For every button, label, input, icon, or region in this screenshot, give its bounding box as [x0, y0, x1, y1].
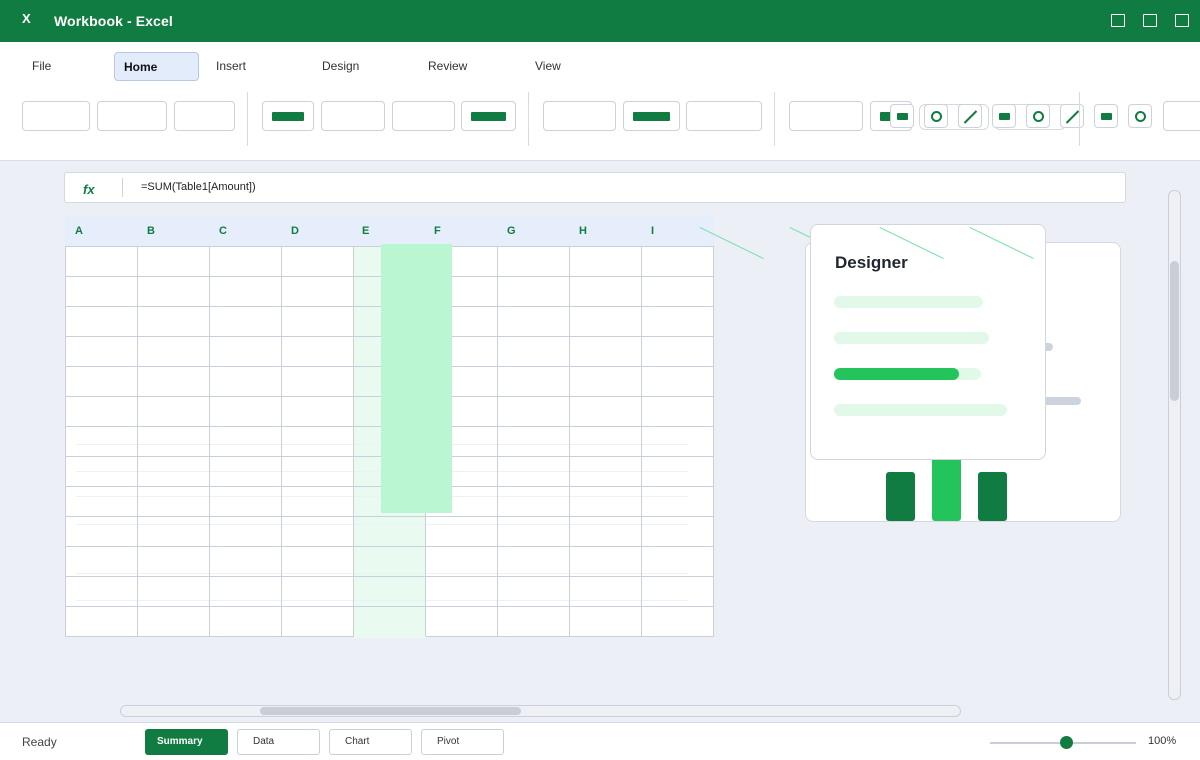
designer-option-2[interactable] — [834, 332, 989, 344]
column-header-h[interactable]: H — [579, 225, 587, 237]
ribbon-button[interactable] — [392, 101, 455, 131]
grid-line — [66, 546, 713, 547]
ellipse-tool-button[interactable] — [1128, 104, 1152, 128]
command-bar-icon — [471, 112, 506, 121]
formula-divider — [122, 178, 123, 197]
designer-title: Designer — [835, 253, 908, 272]
tab-insert[interactable]: Insert — [216, 52, 246, 81]
column-f-selection[interactable] — [381, 244, 452, 513]
tab-design[interactable]: Design — [322, 52, 359, 81]
designer-card: Designer — [810, 224, 1046, 460]
column-header-f[interactable]: F — [434, 225, 441, 237]
horizontal-scroll-thumb[interactable] — [260, 707, 521, 715]
ribbon-divider — [247, 92, 248, 146]
sheet-tab-pivot[interactable]: Pivot — [421, 729, 504, 755]
column-header-e[interactable]: E — [362, 225, 369, 237]
ribbon-divider — [774, 92, 775, 146]
sheet-tab-data[interactable]: Data — [237, 729, 320, 755]
ellipse-tool-button[interactable] — [1026, 104, 1050, 128]
rectangle-tool-button[interactable] — [1094, 104, 1118, 128]
window-title: Workbook - Excel — [54, 13, 173, 29]
zoom-level[interactable]: 100% — [1148, 735, 1176, 747]
grid-line — [66, 576, 713, 577]
maximize-button[interactable] — [1143, 14, 1157, 27]
rectangle-tool-button[interactable] — [890, 104, 914, 128]
designer-option-1[interactable] — [834, 296, 983, 308]
rectangle-icon — [999, 113, 1010, 120]
column-header-i[interactable]: I — [651, 225, 654, 237]
zoom-slider-thumb[interactable] — [1060, 736, 1073, 749]
status-bar: Ready Summary Data Chart Pivot 100% — [0, 722, 1200, 760]
command-bar-icon — [272, 112, 304, 121]
vertical-scroll-thumb[interactable] — [1170, 261, 1179, 401]
ribbon-button[interactable] — [543, 101, 616, 131]
title-bar: X Workbook - Excel — [0, 0, 1200, 42]
row-guide — [76, 524, 688, 525]
vertical-scrollbar[interactable] — [1168, 190, 1181, 700]
chart-bar — [978, 472, 1007, 521]
column-header-b[interactable]: B — [147, 225, 155, 237]
ribbon-button[interactable] — [22, 101, 90, 131]
horizontal-scrollbar[interactable] — [120, 705, 961, 717]
sheet-tab-chart[interactable]: Chart — [329, 729, 412, 755]
ellipse-tool-button[interactable] — [924, 104, 948, 128]
rectangle-icon — [1101, 113, 1112, 120]
circle-icon — [1033, 111, 1044, 122]
line-tool-button[interactable] — [958, 104, 982, 128]
column-header-d[interactable]: D — [291, 225, 299, 237]
grid-line — [66, 516, 713, 517]
tab-review[interactable]: Review — [428, 52, 467, 81]
formula-input[interactable]: =SUM(Table1[Amount]) — [141, 181, 256, 193]
designer-option-3[interactable] — [834, 368, 981, 380]
formula-bar[interactable]: fx =SUM(Table1[Amount]) — [64, 172, 1126, 203]
spreadsheet-grid[interactable] — [65, 244, 714, 638]
line-icon — [963, 110, 978, 124]
excel-logo-icon: X — [22, 11, 31, 26]
row-guide — [76, 600, 688, 601]
ribbon-button[interactable] — [1163, 101, 1200, 131]
sheet-tab-summary[interactable]: Summary — [145, 729, 228, 755]
ribbon-command-button[interactable] — [461, 101, 516, 131]
column-header-a[interactable]: A — [75, 225, 83, 237]
ribbon-button[interactable] — [686, 101, 762, 131]
ribbon-button[interactable] — [789, 101, 863, 131]
ribbon-button[interactable] — [321, 101, 385, 131]
circle-icon — [931, 111, 942, 122]
panel-placeholder — [1041, 397, 1081, 405]
tab-view[interactable]: View — [535, 52, 561, 81]
row-guide — [76, 573, 688, 574]
chart-bar — [886, 472, 915, 521]
designer-option-3-progress — [834, 368, 959, 380]
rectangle-tool-button[interactable] — [992, 104, 1016, 128]
line-icon — [1065, 110, 1080, 124]
rectangle-icon — [897, 113, 908, 120]
ribbon-divider — [1079, 92, 1080, 146]
tab-home[interactable]: Home — [114, 52, 199, 81]
designer-option-4[interactable] — [834, 404, 1007, 416]
ribbon-button[interactable] — [97, 101, 167, 131]
circle-icon — [1135, 111, 1146, 122]
fx-icon[interactable]: fx — [83, 182, 95, 197]
ribbon: File Home Insert Design Review View — [0, 42, 1200, 161]
column-header-row: A B C D E F G H I — [65, 216, 714, 246]
command-bar-icon — [633, 112, 670, 121]
minimize-button[interactable] — [1111, 14, 1125, 27]
ribbon-divider — [528, 92, 529, 146]
column-header-g[interactable]: G — [507, 225, 516, 237]
ribbon-button[interactable] — [174, 101, 235, 131]
line-tool-button[interactable] — [1060, 104, 1084, 128]
status-text: Ready — [22, 735, 57, 749]
column-header-c[interactable]: C — [219, 225, 227, 237]
tab-file[interactable]: File — [32, 52, 51, 81]
grid-line — [66, 606, 713, 607]
ribbon-command-button[interactable] — [623, 101, 680, 131]
ribbon-command-button[interactable] — [262, 101, 314, 131]
close-button[interactable] — [1175, 14, 1189, 27]
